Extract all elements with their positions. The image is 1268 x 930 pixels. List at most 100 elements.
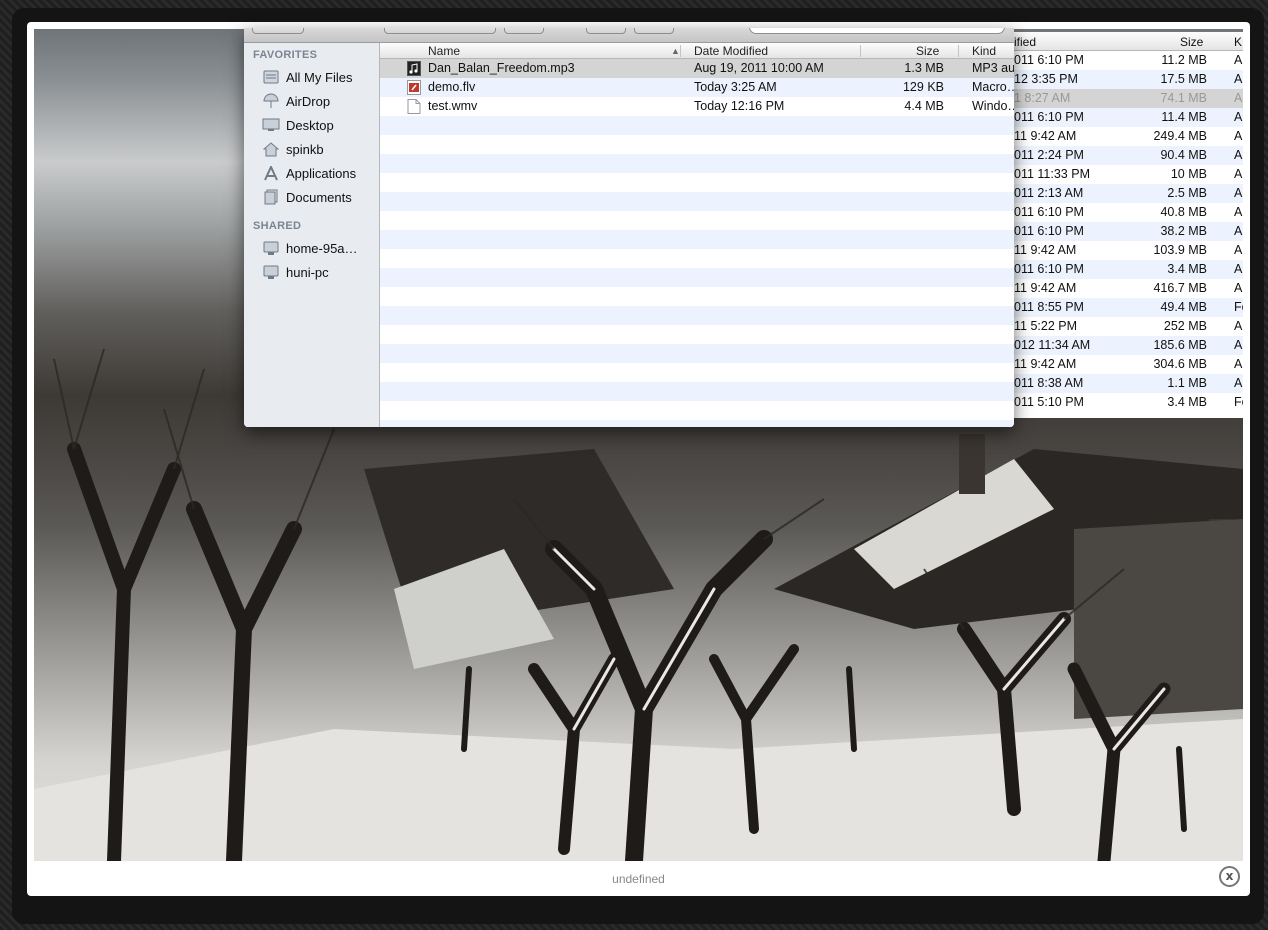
file-row[interactable]: Dan_Balan_Freedom.mp3 Aug 19, 2011 10:00 …: [380, 59, 1014, 78]
sidebar-item-label: home-95a…: [286, 240, 358, 256]
background-size-column[interactable]: Size: [1180, 35, 1203, 49]
background-list-row[interactable]: 011 6:10 PM 11.4 MB A: [1014, 108, 1243, 127]
background-size: 103.9 MB: [1153, 243, 1207, 257]
background-list-row[interactable]: 011 8:38 AM 1.1 MB A: [1014, 374, 1243, 393]
background-list-row[interactable]: 011 8:55 PM 49.4 MB Fo: [1014, 298, 1243, 317]
background-date: 011 2:24 PM: [1014, 148, 1084, 162]
background-date: 11 9:42 AM: [1014, 243, 1077, 257]
name-column-header[interactable]: Name: [428, 44, 460, 58]
sidebar-item-desktop[interactable]: Desktop: [262, 114, 378, 136]
background-date: 11 9:42 AM: [1014, 281, 1077, 295]
action-button[interactable]: [586, 28, 626, 34]
background-kind: A: [1234, 281, 1243, 295]
view-mode-buttons[interactable]: [384, 28, 496, 34]
sidebar-item-all-my-files[interactable]: All My Files: [262, 66, 378, 88]
background-date: 011 6:10 PM: [1014, 262, 1084, 276]
background-list-row[interactable]: 011 5:10 PM 3.4 MB Fo: [1014, 393, 1243, 412]
background-kind-column[interactable]: K: [1234, 35, 1242, 49]
desktop-icon: [262, 117, 280, 133]
empty-row: [380, 401, 1014, 420]
file-row[interactable]: demo.flv Today 3:25 AM 129 KB Macro…: [380, 78, 1014, 97]
close-button[interactable]: x: [1219, 866, 1240, 887]
background-date: 011 2:13 AM: [1014, 186, 1084, 200]
background-size: 3.4 MB: [1167, 395, 1207, 409]
file-kind: MP3 au: [972, 61, 1014, 75]
background-list-row[interactable]: 11 9:42 AM 416.7 MB A: [1014, 279, 1243, 298]
kind-column-header[interactable]: Kind: [972, 44, 996, 58]
background-size: 17.5 MB: [1160, 72, 1207, 86]
sidebar-item-huni-pc[interactable]: huni-pc: [262, 261, 378, 283]
date-column-header[interactable]: Date Modified: [694, 44, 768, 58]
background-list-row[interactable]: 011 6:10 PM 40.8 MB A: [1014, 203, 1243, 222]
documents-icon: [262, 189, 280, 205]
background-list-row[interactable]: 011 6:10 PM 38.2 MB A: [1014, 222, 1243, 241]
background-date: 011 8:55 PM: [1014, 300, 1084, 314]
background-size: 38.2 MB: [1160, 224, 1207, 238]
file-rows: Dan_Balan_Freedom.mp3 Aug 19, 2011 10:00 …: [380, 59, 1014, 427]
sidebar-item-documents[interactable]: Documents: [262, 186, 378, 208]
sidebar-item-applications[interactable]: Applications: [262, 162, 378, 184]
background-date-column[interactable]: ified: [1014, 35, 1036, 49]
sidebar-item-label: huni-pc: [286, 264, 329, 280]
background-date: 11 5:22 PM: [1014, 319, 1078, 333]
background-list-row[interactable]: 12 3:35 PM 17.5 MB A: [1014, 70, 1243, 89]
background-size: 90.4 MB: [1160, 148, 1207, 162]
background-list-row[interactable]: 11 9:42 AM 103.9 MB A: [1014, 241, 1243, 260]
file-row[interactable]: test.wmv Today 12:16 PM 4.4 MB Windo…: [380, 97, 1014, 116]
empty-row: [380, 382, 1014, 401]
background-date: 011 6:10 PM: [1014, 205, 1084, 219]
background-list-row[interactable]: 1 8:27 AM 74.1 MB A: [1014, 89, 1243, 108]
background-kind: A: [1234, 376, 1243, 390]
background-list-row[interactable]: 11 9:42 AM 304.6 MB A: [1014, 355, 1243, 374]
background-size: 74.1 MB: [1160, 91, 1207, 105]
empty-row: [380, 344, 1014, 363]
airdrop-icon: [262, 93, 280, 109]
back-forward-buttons[interactable]: [252, 28, 304, 34]
background-size: 416.7 MB: [1153, 281, 1207, 295]
empty-row: [380, 211, 1014, 230]
background-date: 011 11:33 PM: [1014, 167, 1090, 181]
background-kind: A: [1234, 167, 1243, 181]
background-list-row[interactable]: 11 9:42 AM 249.4 MB A: [1014, 127, 1243, 146]
empty-row: [380, 249, 1014, 268]
background-list-row[interactable]: 011 2:24 PM 90.4 MB A: [1014, 146, 1243, 165]
sidebar-item-label: Applications: [286, 165, 357, 181]
background-size: 1.1 MB: [1167, 376, 1207, 390]
generic-file-icon: [407, 99, 421, 114]
background-size: 249.4 MB: [1153, 129, 1207, 143]
empty-row: [380, 420, 1014, 427]
share-button[interactable]: [634, 28, 674, 34]
background-list-row[interactable]: 011 6:10 PM 11.2 MB A: [1014, 51, 1243, 70]
empty-row: [380, 135, 1014, 154]
sidebar-item-label: Documents: [286, 189, 352, 205]
background-list-row[interactable]: 011 11:33 PM 10 MB A: [1014, 165, 1243, 184]
background-column-header: ified Size K: [1014, 32, 1243, 51]
applications-icon: [262, 165, 280, 181]
background-date: 12 3:35 PM: [1014, 72, 1078, 86]
background-date: 011 5:10 PM: [1014, 395, 1084, 409]
file-list: Name ▲ Date Modified Size Kind Dan_Balan…: [380, 43, 1014, 427]
search-input[interactable]: [749, 28, 1005, 34]
file-size: 1.3 MB: [904, 61, 944, 75]
sidebar-item-spinkb[interactable]: spinkb: [262, 138, 378, 160]
background-list-row[interactable]: 011 6:10 PM 3.4 MB A: [1014, 260, 1243, 279]
background-size: 49.4 MB: [1160, 300, 1207, 314]
background-list-row[interactable]: 11 5:22 PM 252 MB A: [1014, 317, 1243, 336]
sidebar-item-home-95a[interactable]: home-95a…: [262, 237, 378, 259]
empty-row: [380, 287, 1014, 306]
background-kind: A: [1234, 186, 1243, 200]
background-size: 11.2 MB: [1161, 53, 1207, 67]
background-kind: A: [1234, 338, 1243, 352]
background-list-row[interactable]: 012 11:34 AM 185.6 MB A: [1014, 336, 1243, 355]
background-list-row[interactable]: 011 2:13 AM 2.5 MB A: [1014, 184, 1243, 203]
empty-row: [380, 230, 1014, 249]
background-size: 304.6 MB: [1153, 357, 1207, 371]
background-kind: A: [1234, 357, 1243, 371]
sidebar-item-airdrop[interactable]: AirDrop: [262, 90, 378, 112]
arrange-button[interactable]: [504, 28, 544, 34]
computer-icon: [262, 240, 280, 256]
background-kind: Fo: [1234, 395, 1243, 409]
background-size: 2.5 MB: [1167, 186, 1207, 200]
file-name: test.wmv: [428, 99, 478, 113]
size-column-header[interactable]: Size: [916, 44, 939, 58]
